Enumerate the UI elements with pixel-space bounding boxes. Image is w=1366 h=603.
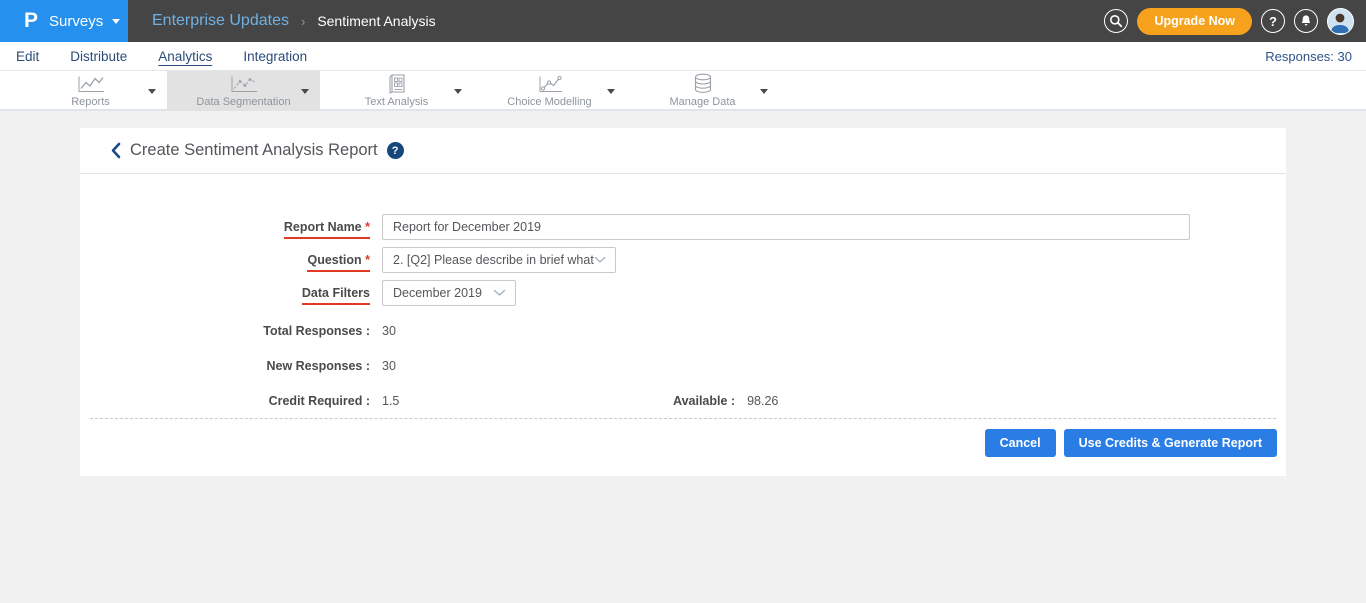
report-name-row: Report Name * xyxy=(80,214,1286,240)
product-switcher[interactable]: P Surveys xyxy=(0,0,128,42)
scatter-line-chart-icon xyxy=(229,74,259,94)
generate-report-button[interactable]: Use Credits & Generate Report xyxy=(1064,429,1277,457)
notifications-button[interactable] xyxy=(1294,9,1318,33)
tab-integration[interactable]: Integration xyxy=(243,49,307,64)
data-filters-select[interactable]: December 2019 xyxy=(382,280,516,306)
report-form: Report Name * Question * 2. [Q2] Please … xyxy=(80,174,1286,418)
dot-line-chart-icon xyxy=(536,74,564,94)
breadcrumb: Enterprise Updates › Sentiment Analysis xyxy=(152,12,436,30)
search-button[interactable] xyxy=(1104,9,1128,33)
breadcrumb-separator: › xyxy=(301,14,305,29)
toolbar-item-data-segmentation[interactable]: Data Segmentation xyxy=(167,71,320,111)
label-text: Data Filters xyxy=(302,286,370,300)
avatar[interactable] xyxy=(1327,8,1354,35)
credit-required-label: Credit Required : xyxy=(80,394,370,408)
new-responses-row: New Responses : 30 xyxy=(80,348,1286,383)
cancel-button[interactable]: Cancel xyxy=(985,429,1056,457)
toolbar-item-label: Reports xyxy=(71,96,110,108)
toolbar-item-text-analysis[interactable]: Text Analysis xyxy=(320,71,473,111)
available-credits-label: Available : xyxy=(673,394,735,408)
breadcrumb-survey-name[interactable]: Enterprise Updates xyxy=(152,12,289,30)
report-name-label: Report Name * xyxy=(80,214,370,239)
responses-count[interactable]: Responses: 30 xyxy=(1265,49,1352,64)
help-button[interactable]: ? xyxy=(1261,9,1285,33)
survey-section-nav: Edit Distribute Analytics Integration Re… xyxy=(0,42,1366,71)
total-responses-label: Total Responses : xyxy=(80,324,370,338)
report-stats: Total Responses : 30 New Responses : 30 … xyxy=(80,313,1286,418)
chevron-down-icon xyxy=(301,89,309,94)
available-credits-value: 98.26 xyxy=(747,394,778,408)
credit-required-value: 1.5 xyxy=(382,394,422,408)
page-content: Create Sentiment Analysis Report ? Repor… xyxy=(0,111,1366,476)
text-document-icon xyxy=(387,74,407,94)
new-responses-value: 30 xyxy=(382,359,422,373)
questionpro-logo-icon: P xyxy=(24,9,38,33)
data-filters-row: Data Filters December 2019 xyxy=(80,280,1286,306)
product-switcher-label: Surveys xyxy=(49,13,103,30)
line-chart-icon xyxy=(76,74,106,94)
chevron-down-icon xyxy=(454,89,462,94)
bell-icon xyxy=(1299,14,1313,28)
tab-analytics[interactable]: Analytics xyxy=(158,49,212,64)
breadcrumb-current-page: Sentiment Analysis xyxy=(317,13,435,29)
app-window: P Surveys Enterprise Updates › Sentiment… xyxy=(0,0,1366,603)
analytics-toolbar: Reports Data Segmentation xyxy=(0,71,1366,111)
toolbar-item-manage-data[interactable]: Manage Data xyxy=(626,71,779,111)
question-selected-value: 2. [Q2] Please describe in brief what ..… xyxy=(393,253,594,267)
top-navbar: P Surveys Enterprise Updates › Sentiment… xyxy=(0,0,1366,42)
chevron-down-icon xyxy=(760,89,768,94)
toolbar-item-choice-modelling[interactable]: Choice Modelling xyxy=(473,71,626,111)
toolbar-item-label: Choice Modelling xyxy=(507,96,591,108)
title-help-button[interactable]: ? xyxy=(387,142,404,159)
chevron-down-icon xyxy=(112,19,120,24)
chevron-down-icon xyxy=(148,89,156,94)
chevron-down-icon xyxy=(493,289,506,297)
database-icon xyxy=(692,74,714,94)
chevron-down-icon xyxy=(607,89,615,94)
question-mark-icon: ? xyxy=(1269,14,1277,29)
chevron-down-icon xyxy=(594,256,606,264)
question-label: Question * xyxy=(80,247,370,272)
tab-distribute[interactable]: Distribute xyxy=(70,49,127,64)
form-actions: Cancel Use Credits & Generate Report xyxy=(80,419,1286,476)
label-text: Question xyxy=(307,253,361,267)
question-mark-icon: ? xyxy=(392,145,399,157)
toolbar-item-label: Text Analysis xyxy=(365,96,429,108)
new-responses-label: New Responses : xyxy=(80,359,370,373)
upgrade-button[interactable]: Upgrade Now xyxy=(1137,8,1252,35)
user-photo-icon xyxy=(1328,9,1352,33)
search-icon xyxy=(1109,14,1123,28)
chevron-left-icon xyxy=(110,142,121,159)
tab-edit[interactable]: Edit xyxy=(16,49,39,64)
page-title: Create Sentiment Analysis Report xyxy=(130,141,378,160)
credit-required-row: Credit Required : 1.5 Available : 98.26 xyxy=(80,383,1286,418)
question-row: Question * 2. [Q2] Please describe in br… xyxy=(80,247,1286,273)
toolbar-item-reports[interactable]: Reports xyxy=(14,71,167,111)
create-report-card: Create Sentiment Analysis Report ? Repor… xyxy=(80,128,1286,476)
label-text: Report Name xyxy=(284,220,362,234)
back-button[interactable] xyxy=(110,142,121,159)
toolbar-item-label: Data Segmentation xyxy=(196,96,290,108)
total-responses-value: 30 xyxy=(382,324,422,338)
topbar-actions: Upgrade Now ? xyxy=(1104,0,1354,42)
required-marker: * xyxy=(365,253,370,267)
total-responses-row: Total Responses : 30 xyxy=(80,313,1286,348)
data-filters-selected-value: December 2019 xyxy=(393,286,482,300)
toolbar-item-label: Manage Data xyxy=(669,96,735,108)
required-marker: * xyxy=(365,220,370,234)
data-filters-label: Data Filters xyxy=(80,280,370,305)
question-select[interactable]: 2. [Q2] Please describe in brief what ..… xyxy=(382,247,616,273)
card-header: Create Sentiment Analysis Report ? xyxy=(80,128,1286,174)
report-name-input[interactable] xyxy=(382,214,1190,240)
